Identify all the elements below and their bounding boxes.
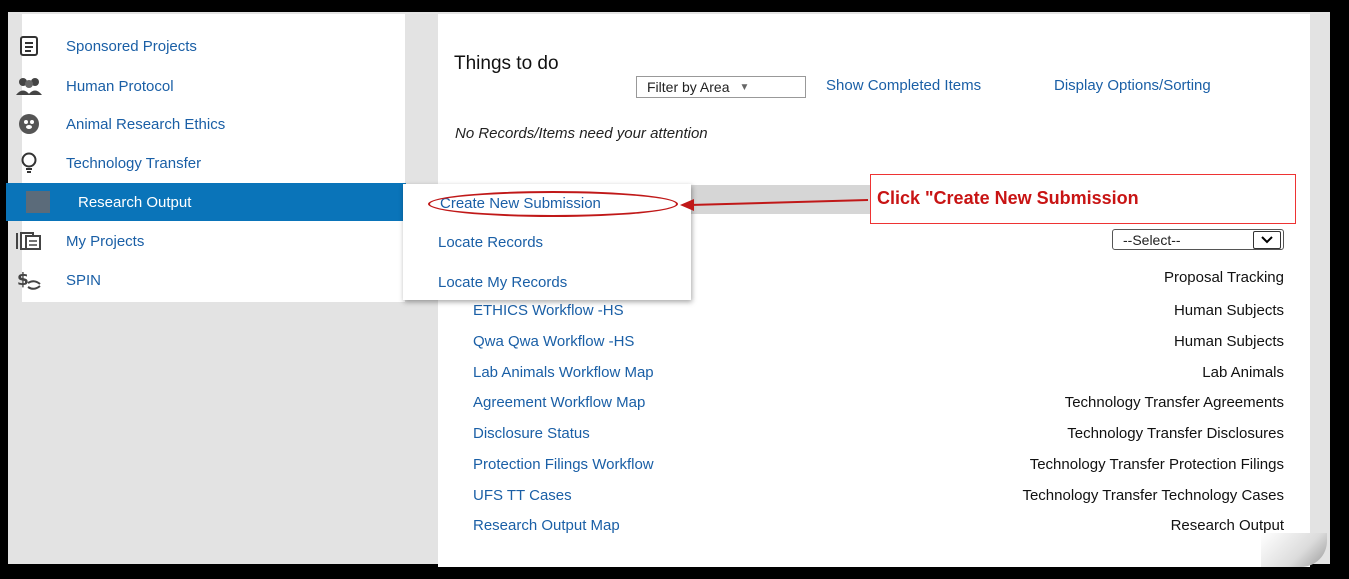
annotation-arrow <box>680 199 869 211</box>
